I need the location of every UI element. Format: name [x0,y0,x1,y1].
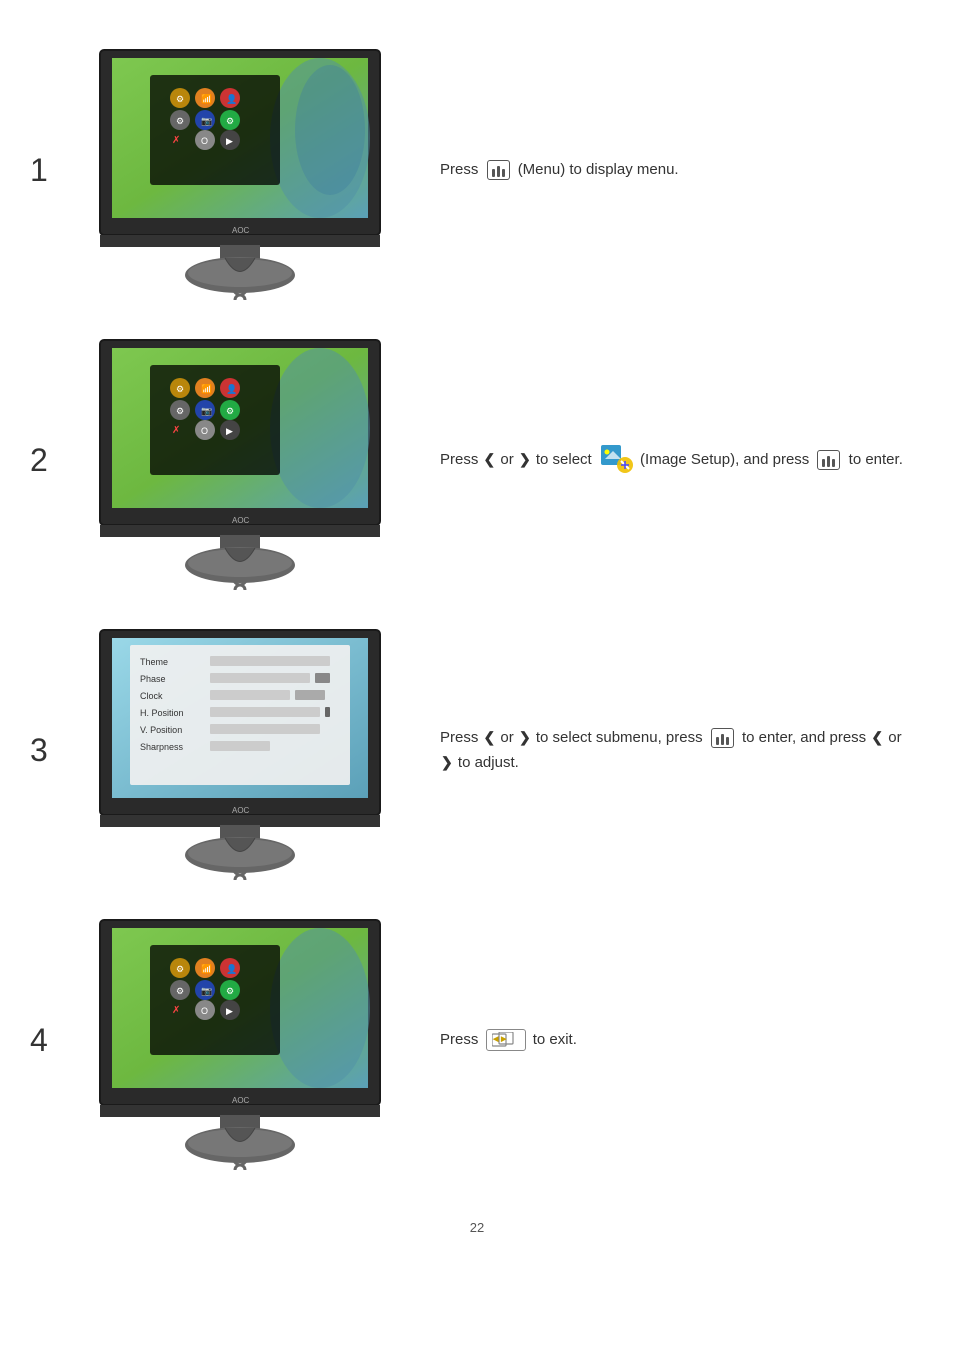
chevron-right-3b: ❯ [441,751,453,775]
chevron-left-2a: ❮ [484,448,496,472]
svg-text:▶: ▶ [226,1006,233,1016]
step-2-enter-text: to enter. [849,451,903,468]
svg-text:📷: 📷 [201,116,212,126]
step-4-instruction: Press ▶ ◀ to exit. [400,1027,924,1053]
step-3-number: 3 [30,732,80,769]
exit-button-icon: ▶ ◀ [486,1029,526,1051]
svg-text:👤: 👤 [226,383,237,394]
svg-text:▶: ▶ [500,1036,507,1043]
svg-text:H. Position: H. Position [140,708,184,718]
page-number: 22 [30,1220,924,1235]
svg-text:O: O [201,136,208,146]
svg-text:✗: ✗ [172,1005,180,1016]
chevron-right-2a: ❯ [519,448,531,472]
chevron-left-3b: ❮ [871,726,883,750]
step-1-monitor: ⚙ 📶 👤 ⚙ 📷 ⚙ ✗ O ▶ [80,40,400,300]
svg-text:⚙: ⚙ [226,986,234,996]
step-2-press-label: Press [440,451,483,468]
step-2-number: 2 [30,442,80,479]
svg-text:⚙: ⚙ [176,94,184,104]
svg-text:AOC: AOC [232,226,250,235]
step-3-or-2: or [888,729,901,746]
svg-text:Phase: Phase [140,674,166,684]
svg-text:⚙: ⚙ [226,116,234,126]
svg-text:O: O [201,1006,208,1016]
image-setup-icon [599,443,633,477]
svg-text:⚙: ⚙ [176,116,184,126]
svg-text:AOC: AOC [232,806,250,815]
step-4-number: 4 [30,1022,80,1059]
step-3-select-submenu: to select submenu, press [536,729,707,746]
svg-text:▶: ▶ [226,426,233,436]
step-4-monitor: ⚙ 📶 👤 ⚙ 📷 ⚙ ✗ O ▶ [80,910,400,1170]
page: 1 [0,0,954,1350]
chevron-right-3a: ❯ [519,726,531,750]
svg-text:📷: 📷 [201,406,212,416]
step-1-text: (Menu) to display menu. [518,161,679,178]
svg-text:⚙: ⚙ [176,964,184,974]
step-2-or-1: or [500,451,518,468]
svg-text:📶: 📶 [201,383,212,394]
svg-text:Sharpness: Sharpness [140,742,184,752]
step-3-to-adjust: to adjust. [458,754,519,771]
step-2-image-setup-label: (Image Setup), and press [640,451,813,468]
svg-text:◀: ◀ [492,1036,499,1043]
svg-text:▶: ▶ [226,136,233,146]
step-4-row: 4 ⚙ 📶 👤 [30,910,924,1170]
step-1-number: 1 [30,152,80,189]
svg-text:✗: ✗ [172,425,180,436]
svg-text:📶: 📶 [201,963,212,974]
menu-button-icon-3 [711,728,734,748]
step-2-row: 2 ⚙ 📶 👤 [30,330,924,590]
step-3-to-enter: to enter, and press [742,729,870,746]
step-3-or-1: or [500,729,518,746]
svg-text:⚙: ⚙ [226,406,234,416]
step-3-instruction: Press ❮ or ❯ to select submenu, press to… [400,725,924,776]
step-2-monitor: ⚙ 📶 👤 ⚙ 📷 ⚙ ✗ O ▶ [80,330,400,590]
step-1-press-label: Press [440,161,483,178]
svg-text:⚙: ⚙ [176,986,184,996]
svg-text:⚙: ⚙ [176,406,184,416]
svg-text:V. Position: V. Position [140,725,182,735]
svg-text:Clock: Clock [140,691,163,701]
step-1-instruction: Press (Menu) to display menu. [400,157,924,183]
svg-text:Theme: Theme [140,657,168,667]
menu-button-icon-2 [817,450,840,470]
svg-text:✗: ✗ [172,135,180,146]
menu-button-icon-1 [487,160,510,180]
svg-text:👤: 👤 [226,93,237,104]
step-3-monitor: Theme Phase Clock H. Position V. Positio… [80,620,400,880]
svg-text:📷: 📷 [201,986,212,996]
chevron-left-3a: ❮ [484,726,496,750]
step-4-press-label: Press [440,1031,483,1048]
svg-text:⚙: ⚙ [176,384,184,394]
step-4-exit-text: to exit. [533,1031,577,1048]
svg-text:AOC: AOC [232,1096,250,1105]
svg-text:👤: 👤 [226,963,237,974]
svg-text:📶: 📶 [201,93,212,104]
step-3-press-label: Press [440,729,483,746]
step-2-select-text: to select [536,451,596,468]
svg-text:O: O [201,426,208,436]
step-1-row: 1 [30,40,924,300]
step-3-row: 3 Theme Phase Clock [30,620,924,880]
svg-text:AOC: AOC [232,516,250,525]
step-2-instruction: Press ❮ or ❯ to select (Image Setup), an… [400,443,924,477]
